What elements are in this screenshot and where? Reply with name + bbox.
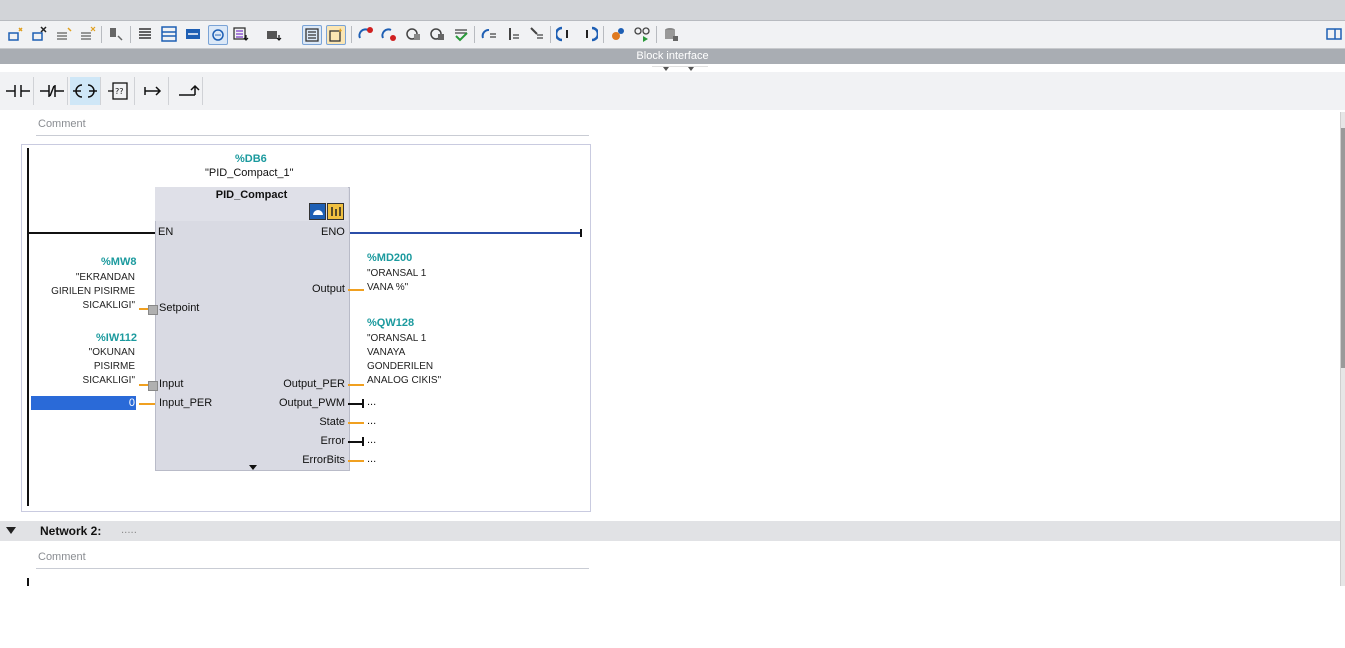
setpoint-symbol[interactable]: "EKRANDAN GIRILEN PISIRME SICAKLIGI" <box>40 271 135 313</box>
symbolic-operands-icon[interactable] <box>302 25 322 45</box>
show-favorites-icon[interactable] <box>184 25 202 43</box>
output-per-address[interactable]: %QW128 <box>367 317 414 329</box>
save-monitor-icon[interactable] <box>404 25 422 43</box>
right-panel-icon[interactable] <box>1325 25 1343 43</box>
input-per-value-field[interactable]: 0 <box>31 396 136 410</box>
collapse-network-icon[interactable] <box>6 527 16 535</box>
block-title: PID_Compact <box>215 189 288 201</box>
insert-row-icon[interactable] <box>55 25 73 43</box>
ladder-toolbar: ?? <box>0 72 1345 110</box>
instance-db-name[interactable]: "PID_Compact_1" <box>205 167 294 179</box>
reset-breakpoint-icon[interactable] <box>380 25 398 43</box>
network1-comment-field[interactable]: Comment <box>36 114 589 136</box>
configuration-icon[interactable] <box>327 203 344 220</box>
step-icon[interactable] <box>504 25 522 43</box>
insert-network-icon[interactable] <box>7 25 25 43</box>
close-all-networks-icon[interactable] <box>160 25 178 43</box>
no-contact-icon[interactable] <box>3 77 34 105</box>
monitor-on-icon[interactable] <box>480 25 498 43</box>
show-tags-info-icon[interactable] <box>326 25 346 45</box>
pin-input-per: Input_PER <box>159 397 213 409</box>
simulate-icon[interactable] <box>633 25 651 43</box>
show-comments-icon[interactable] <box>208 25 228 45</box>
pin-output-per: Output_PER <box>283 378 345 390</box>
pin-error: Error <box>320 435 345 447</box>
setpoint-address[interactable]: %MW8 <box>101 256 136 268</box>
scrollbar-thumb[interactable] <box>1341 128 1345 368</box>
output-pwm-operand[interactable]: ... <box>367 396 376 408</box>
input-address[interactable]: %IW112 <box>96 332 137 344</box>
output-address[interactable]: %MD200 <box>367 252 412 264</box>
nc-contact-icon[interactable] <box>37 77 68 105</box>
absolute-operands-icon[interactable] <box>232 25 250 43</box>
network2-rail <box>27 578 29 586</box>
commissioning-icon[interactable] <box>309 203 326 220</box>
block-interface-bar[interactable]: Block interface <box>0 49 1345 64</box>
coil-icon[interactable] <box>70 77 101 105</box>
splitter-handle[interactable] <box>650 64 710 72</box>
pin-eno: ENO <box>321 226 345 238</box>
title-band <box>0 0 1345 21</box>
step-into-icon[interactable] <box>528 25 546 43</box>
en-wire <box>29 232 155 234</box>
pin-output-pwm: Output_PWM <box>278 397 345 409</box>
network2-comment-field[interactable]: Comment <box>36 547 589 569</box>
network2-title-field[interactable]: ..... <box>121 525 137 536</box>
settings-icon[interactable] <box>609 25 627 43</box>
block-db-icon[interactable] <box>662 25 680 43</box>
load-monitor-icon[interactable] <box>428 25 446 43</box>
operand-display-icon[interactable] <box>265 25 283 43</box>
network2-header[interactable]: Network 2: ..... <box>0 521 1341 541</box>
clear-icon[interactable] <box>107 25 125 43</box>
pin-state: State <box>319 416 345 428</box>
power-rail <box>27 148 29 506</box>
output-symbol[interactable]: "ORANSAL 1 VANA %" <box>367 267 426 295</box>
add-row-icon[interactable] <box>79 25 97 43</box>
pin-input: Input <box>159 378 184 390</box>
errorbits-operand[interactable]: ... <box>367 453 376 465</box>
network2-title: Network 2: <box>40 524 102 538</box>
delete-breakpoint-icon[interactable] <box>357 25 375 43</box>
delete-network-icon[interactable] <box>31 25 49 43</box>
go-to-next-error-icon[interactable] <box>580 25 598 43</box>
output-per-symbol[interactable]: "ORANSAL 1 VANAYA GONDERILEN ANALOG CIKI… <box>367 332 441 388</box>
open-branch-icon[interactable] <box>138 77 169 105</box>
state-operand[interactable]: ... <box>367 415 376 427</box>
pin-setpoint: Setpoint <box>159 302 200 314</box>
input-symbol[interactable]: "OKUNAN PISIRME SICAKLIGI" <box>40 346 135 388</box>
go-to-previous-error-icon[interactable] <box>556 25 574 43</box>
pin-output: Output <box>311 283 345 295</box>
compile-check-icon[interactable] <box>452 25 470 43</box>
error-operand[interactable]: ... <box>367 434 376 446</box>
open-all-networks-icon[interactable] <box>136 25 154 43</box>
editor-toolbar <box>0 21 1345 49</box>
pin-en: EN <box>158 226 174 238</box>
instance-db-address[interactable]: %DB6 <box>235 153 267 165</box>
empty-box-icon[interactable]: ?? <box>104 77 135 105</box>
close-branch-icon[interactable] <box>172 77 203 105</box>
eno-wire <box>348 232 581 234</box>
pin-errorbits: ErrorBits <box>302 454 345 466</box>
block-interface-label: Block interface <box>636 50 709 62</box>
svg-text:??: ?? <box>115 87 124 96</box>
